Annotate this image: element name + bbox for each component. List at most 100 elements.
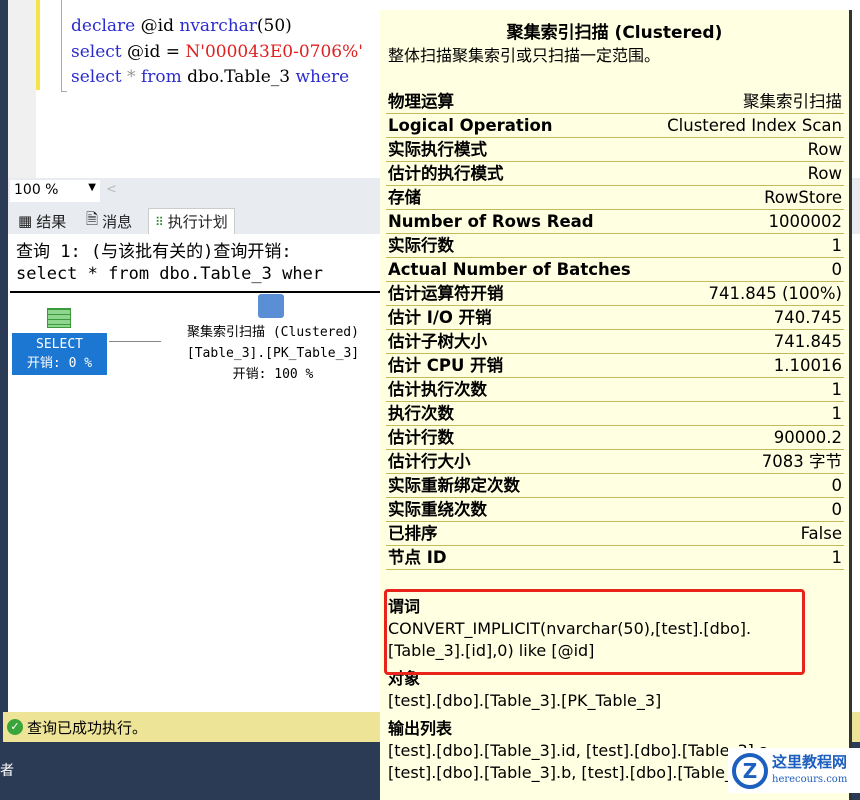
tab-execution-plan[interactable]: ⠿ 执行计划 — [148, 208, 235, 234]
property-row: Number of Rows Read 1000002 — [386, 210, 844, 234]
zoom-select[interactable]: 100 % ▼ — [10, 180, 100, 202]
property-key: 执行次数 — [388, 404, 454, 423]
scan-node[interactable]: 聚集索引扫描 (Clustered) [Table_3].[PK_Table_3]… — [158, 322, 388, 385]
left-fragment: 者 — [0, 763, 14, 779]
kw: where — [295, 67, 350, 87]
property-value: RowStore — [764, 188, 842, 207]
code: @id — [135, 16, 180, 36]
property-key: 实际行数 — [388, 236, 454, 255]
node-label: SELECT — [36, 337, 83, 352]
query-header: 查询 1: (与该批有关的)查询开销: — [16, 242, 292, 262]
flow-arrow — [109, 341, 161, 342]
tab-label: 消息 — [102, 212, 133, 231]
divider — [10, 291, 390, 293]
code: @id = — [121, 42, 186, 62]
kw: from — [140, 67, 182, 87]
property-row: 估计行大小 7083 字节 — [386, 450, 844, 474]
property-key: 估计的执行模式 — [388, 164, 504, 183]
property-key: 实际重绕次数 — [388, 500, 487, 519]
property-row: 实际重新绑定次数 0 — [386, 474, 844, 498]
property-key: 估计运算符开销 — [388, 284, 504, 303]
code-line-1: declare @id nvarchar(50) — [71, 16, 292, 36]
tab-messages[interactable]: 🗎 消息 — [80, 208, 138, 234]
property-row: 估计的执行模式 Row — [386, 162, 844, 186]
property-row: 估计执行次数 1 — [386, 378, 844, 402]
node-cost: 开销: 0 % — [26, 356, 93, 371]
property-key: 已排序 — [388, 524, 438, 543]
property-table: 物理运算 聚集索引扫描 Logical Operation Clustered Ind… — [386, 90, 844, 570]
property-row: 估计 CPU 开销 1.10016 — [386, 354, 844, 378]
property-value: 1 — [831, 236, 843, 255]
property-key: 物理运算 — [388, 92, 454, 111]
code-line-3: select * from dbo.Table_3 where — [71, 67, 349, 87]
property-value: 90000.2 — [773, 428, 842, 447]
property-value: Clustered Index Scan — [667, 116, 842, 135]
document-icon: 🗎 — [86, 209, 99, 228]
code: (50) — [256, 16, 292, 36]
grid-icon: ▦ — [18, 212, 33, 230]
change-margin — [36, 0, 40, 90]
property-value: 1 — [831, 548, 843, 567]
property-key: Actual Number of Batches — [388, 260, 631, 279]
chevron-down-icon: ▼ — [88, 182, 96, 193]
property-value: 1 — [831, 404, 843, 423]
output-section: 输出列表 [test].[dbo].[Table_3].id, [test].[d… — [388, 718, 774, 784]
string: N'000043E0-0706%' — [185, 42, 363, 62]
watermark: Z 这里教程网 herecours.com — [728, 748, 860, 793]
property-value: 聚集索引扫描 — [743, 92, 842, 111]
code: * — [121, 67, 141, 87]
property-row: 已排序 False — [386, 522, 844, 546]
select-node[interactable]: SELECT 开销: 0 % — [12, 333, 107, 375]
clustered-index-scan-icon[interactable] — [258, 294, 284, 318]
section-text: [test].[dbo].[Table_3].b, [test].[dbo].[… — [388, 763, 764, 782]
node-label: 聚集索引扫描 (Clustered) — [187, 325, 359, 340]
tooltip-title: 聚集索引扫描 (Clustered) — [506, 23, 723, 43]
property-value: 0 — [831, 260, 843, 279]
scroll-left-icon[interactable]: < — [106, 182, 117, 197]
fold-line — [61, 0, 67, 92]
kw: declare — [71, 16, 136, 36]
table-icon — [47, 308, 71, 328]
property-value: 7083 字节 — [761, 452, 842, 471]
property-key: Number of Rows Read — [388, 212, 594, 231]
property-value: 1000002 — [768, 212, 843, 231]
property-value: False — [800, 524, 842, 543]
code-line-2: select @id = N'000043E0-0706%' — [71, 42, 363, 62]
property-row: 估计 I/O 开销 740.745 — [386, 306, 844, 330]
property-value: 741.845 (100%) — [708, 284, 842, 303]
property-row: 估计运算符开销 741.845 (100%) — [386, 282, 844, 306]
property-row: Logical Operation Clustered Index Scan — [386, 114, 844, 138]
status-text: 查询已成功执行。 — [27, 718, 148, 737]
property-row: 执行次数 1 — [386, 402, 844, 426]
property-value: Row — [807, 164, 842, 183]
watermark-name: 这里教程网 — [772, 752, 848, 771]
query-text: select * from dbo.Table_3 wher — [16, 264, 324, 284]
tab-label: 执行计划 — [167, 213, 228, 231]
property-key: 节点 ID — [388, 548, 447, 567]
operator-tooltip: 聚集索引扫描 (Clustered) 整体扫描聚集索引或只扫描一定范围。 物理运… — [380, 10, 852, 800]
property-value: 741.845 — [773, 332, 842, 351]
highlight-box — [384, 589, 805, 675]
kw: select — [71, 67, 122, 87]
tab-label: 结果 — [36, 212, 67, 231]
property-row: 物理运算 聚集索引扫描 — [386, 90, 844, 114]
property-value: 1 — [831, 380, 843, 399]
property-row: 估计子树大小 741.845 — [386, 330, 844, 354]
watermark-logo-icon: Z — [732, 752, 768, 789]
property-value: 0 — [831, 476, 843, 495]
property-key: 估计行数 — [388, 428, 454, 447]
editor-gutter — [8, 0, 36, 178]
tooltip-subtitle: 整体扫描聚集索引或只扫描一定范围。 — [388, 46, 661, 65]
node-object: [Table_3].[PK_Table_3] — [186, 346, 360, 361]
property-key: 估计行大小 — [388, 452, 471, 471]
property-value: 1.10016 — [773, 356, 842, 375]
property-key: Logical Operation — [388, 116, 553, 135]
property-key: 实际重新绑定次数 — [388, 476, 520, 495]
property-row: 节点 ID 1 — [386, 546, 844, 570]
property-key: 估计 I/O 开销 — [388, 308, 492, 327]
code: dbo.Table_3 — [181, 67, 296, 87]
kw: nvarchar — [179, 16, 257, 36]
tab-results[interactable]: ▦ 结果 — [12, 208, 72, 234]
property-key: 估计子树大小 — [388, 332, 487, 351]
property-row: 实际重绕次数 0 — [386, 498, 844, 522]
